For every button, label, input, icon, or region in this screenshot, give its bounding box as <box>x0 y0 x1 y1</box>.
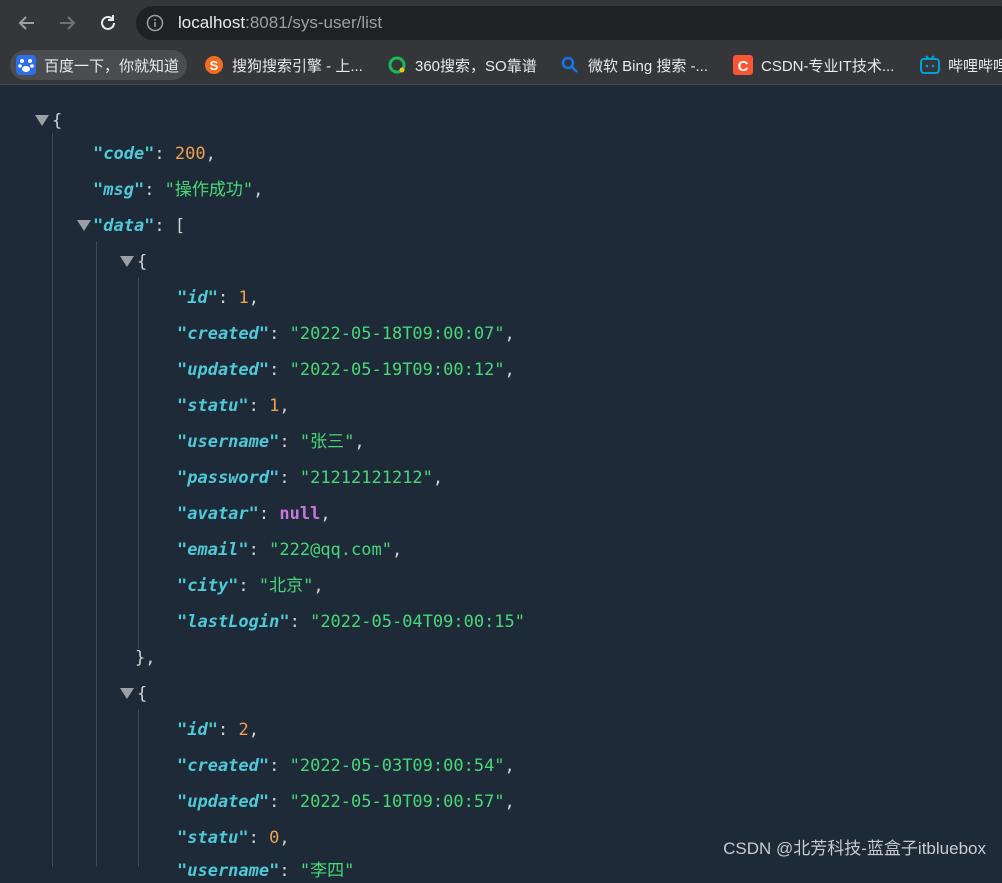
json-key: "code" <box>93 144 155 164</box>
browser-toolbar: localhost:8081/sys-user/list <box>0 0 1002 46</box>
indent-guide <box>138 709 139 867</box>
url-path: :8081/sys-user/list <box>245 13 383 32</box>
json-value: "2022-05-04T09:00:15" <box>310 612 526 632</box>
json-record-open: { <box>137 684 148 704</box>
svg-text:C: C <box>738 58 749 75</box>
json-key: "username" <box>177 861 280 881</box>
json-value: "2022-05-18T09:00:07" <box>289 324 505 344</box>
json-field-updated: "updated": "2022-05-10T09:00:57", <box>177 792 515 812</box>
json-record-open: { <box>137 252 148 272</box>
json-field-statu: "statu": 1, <box>177 396 290 416</box>
json-key: "data" <box>93 216 155 236</box>
json-value: null <box>279 504 321 524</box>
address-bar[interactable]: localhost:8081/sys-user/list <box>136 6 1002 40</box>
json-value: 1 <box>269 396 280 416</box>
csdn-icon: C <box>733 55 753 75</box>
json-record-close: }, <box>135 648 156 668</box>
bookmark-360[interactable]: 360搜索，SO靠谱 <box>387 50 537 80</box>
bookmark-sogou[interactable]: S 搜狗搜索引擎 - 上... <box>204 50 363 80</box>
json-field-created: "created": "2022-05-18T09:00:07", <box>177 324 515 344</box>
indent-guide <box>138 277 139 649</box>
json-field-password: "password": "21212121212", <box>177 468 444 488</box>
json-value: "李四" <box>299 861 355 881</box>
json-field-username-partial: "username": "李四" <box>177 861 355 881</box>
bookmark-label: 微软 Bing 搜索 -... <box>588 57 709 75</box>
json-value: 1 <box>238 288 249 308</box>
json-value: 200 <box>174 144 206 164</box>
reload-button[interactable] <box>94 9 122 37</box>
collapse-data-toggle[interactable] <box>77 220 91 231</box>
back-button[interactable] <box>13 9 41 37</box>
json-value: "222@qq.com" <box>269 540 392 560</box>
info-icon[interactable] <box>146 14 164 32</box>
json-value: "北京" <box>258 576 314 596</box>
bookmark-label: 搜狗搜索引擎 - 上... <box>232 57 363 75</box>
indent-guide <box>52 133 53 867</box>
json-value: "2022-05-19T09:00:12" <box>289 360 505 380</box>
json-field-lastlogin: "lastLogin": "2022-05-04T09:00:15" <box>177 612 526 632</box>
json-value: "21212121212" <box>299 468 433 488</box>
bookmark-label: CSDN-专业IT技术... <box>761 57 895 75</box>
json-field-msg: "msg": "操作成功", <box>93 180 264 200</box>
json-line-root-open: { <box>52 111 63 131</box>
watermark: CSDN @北芳科技-蓝盒子itbluebox <box>723 839 986 858</box>
360-search-icon <box>388 56 406 74</box>
json-field-statu: "statu": 0, <box>177 828 290 848</box>
bookmark-label: 360搜索，SO靠谱 <box>415 57 537 75</box>
bookmark-baidu[interactable]: 百度一下，你就知道 <box>10 50 188 80</box>
bookmark-label: 百度一下，你就知道 <box>44 57 180 75</box>
json-value: "2022-05-10T09:00:57" <box>289 792 505 812</box>
sogou-icon: S <box>205 56 223 74</box>
reload-icon <box>101 15 115 30</box>
bing-search-icon <box>561 56 578 73</box>
json-field-id: "id": 2, <box>177 720 259 740</box>
json-field-data: "data": [ <box>93 216 186 236</box>
url-text[interactable]: localhost:8081/sys-user/list <box>178 13 382 33</box>
bookmark-bilibili[interactable]: 哔哩哔哩 <box>920 50 1002 80</box>
json-field-code: "code": 200, <box>93 144 216 164</box>
baidu-paw-icon <box>16 55 36 75</box>
url-host: localhost <box>178 13 246 32</box>
indent-guide <box>96 241 97 867</box>
json-viewer: { "code": 200, "msg": "操作成功", "data": [ … <box>0 85 1002 881</box>
bilibili-icon <box>920 55 940 74</box>
collapse-record-toggle[interactable] <box>120 256 134 267</box>
bookmark-csdn[interactable]: C CSDN-专业IT技术... <box>733 50 894 80</box>
json-field-updated: "updated": "2022-05-19T09:00:12", <box>177 360 515 380</box>
json-value: "张三" <box>299 432 355 452</box>
bookmark-label: 哔哩哔哩 <box>948 57 1002 75</box>
json-value: 2 <box>238 720 249 740</box>
json-field-created: "created": "2022-05-03T09:00:54", <box>177 756 515 776</box>
collapse-record-toggle[interactable] <box>120 688 134 699</box>
collapse-root-toggle[interactable] <box>35 115 49 126</box>
json-field-id: "id": 1, <box>177 288 259 308</box>
forward-button[interactable] <box>53 9 81 37</box>
json-field-username: "username": "张三", <box>177 432 365 452</box>
svg-text:S: S <box>210 58 219 73</box>
json-field-email: "email": "222@qq.com", <box>177 540 403 560</box>
json-field-city: "city": "北京", <box>177 576 324 596</box>
bookmarks-bar: 百度一下，你就知道 S 搜狗搜索引擎 - 上... 360搜索，SO靠谱 微软 … <box>0 46 1002 85</box>
json-value: "操作成功" <box>164 180 254 200</box>
bookmark-bing[interactable]: 微软 Bing 搜索 -... <box>560 50 708 80</box>
json-value: "2022-05-03T09:00:54" <box>289 756 505 776</box>
json-value: 0 <box>269 828 280 848</box>
arrow-right-icon <box>60 16 76 30</box>
arrow-left-icon <box>18 16 34 30</box>
json-field-avatar: "avatar": null, <box>177 504 331 524</box>
json-key: "msg" <box>93 180 145 200</box>
